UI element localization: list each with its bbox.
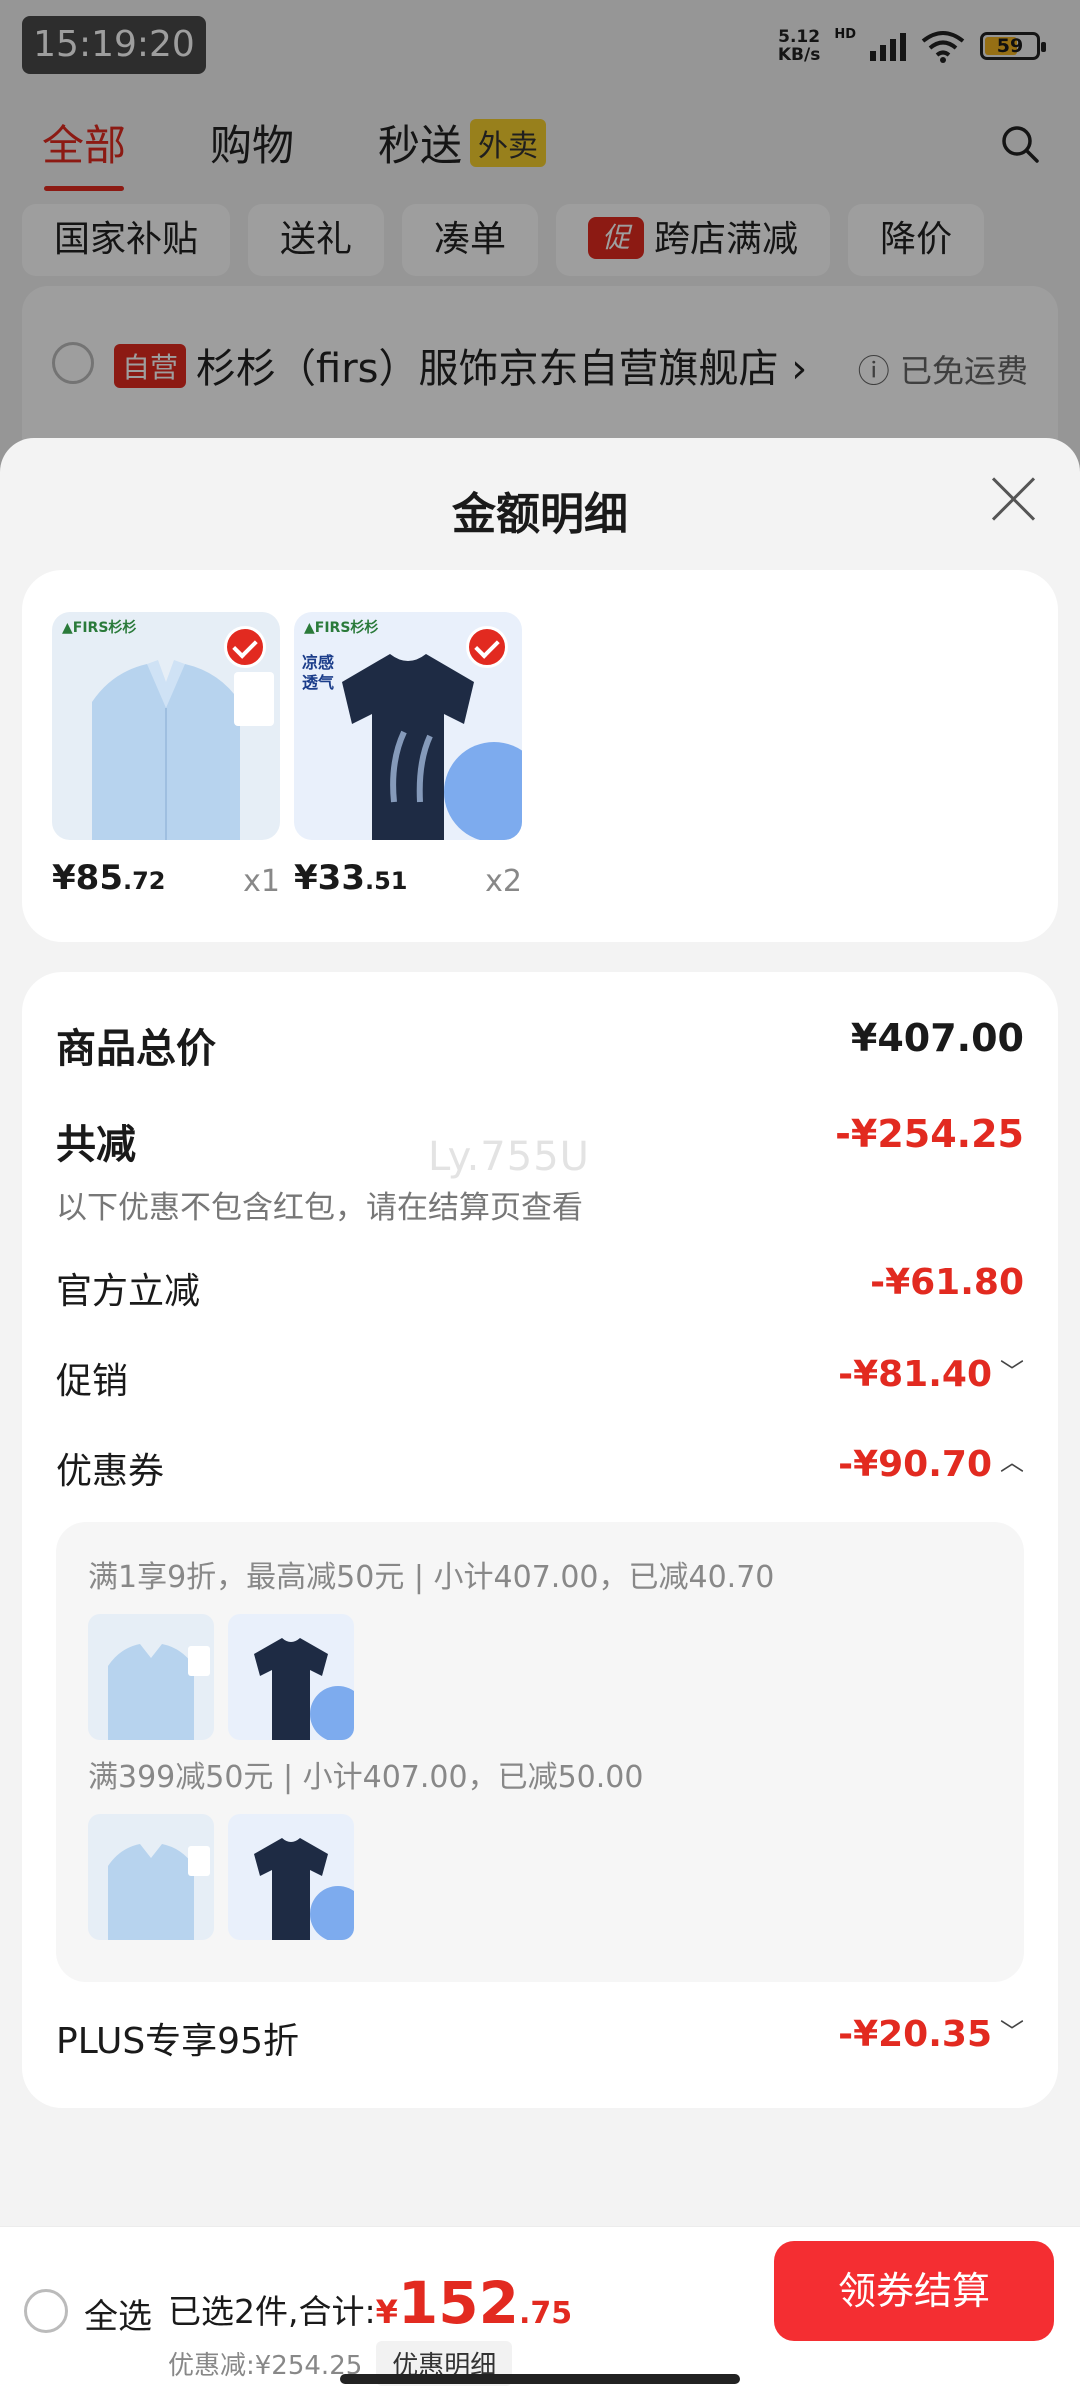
product-item[interactable]: ▲FIRS杉杉 ¥85.72 x1 [52,612,280,899]
product-qty: x2 [485,864,522,899]
selected-check-icon [224,626,266,668]
chevron-down-icon: ﹀ [1000,2018,1024,2046]
coupon-detail-box: 满1享9折，最高减50元 | 小计407.00，已减40.70 满399减50元… [56,1522,1024,1982]
chevron-down-icon: ﹀ [1000,1358,1024,1386]
products-card: ▲FIRS杉杉 ¥85.72 x1 ▲FIRS杉杉 凉感 透气 ¥33.51 x… [22,570,1058,942]
coupon-value: -¥90.70 ︿ [838,1444,1024,1485]
home-indicator [340,2374,740,2384]
product-price: ¥33.51 x2 [294,858,522,899]
coupon-detail-line: 满1享9折，最高减50元 | 小计407.00，已减40.70 [88,1560,775,1595]
total-price-label: 商品总价 [56,1026,216,1072]
product-image-tee: ▲FIRS杉杉 凉感 透气 [294,612,522,840]
price-breakdown-card: 商品总价 ¥407.00 Ly.755U 共减 -¥254.25 以下优惠不包含… [22,972,1058,2108]
plus-discount-row[interactable]: PLUS专享95折 -¥20.35 ﹀ [56,2012,1024,2072]
promotion-value: -¥81.40 ﹀ [838,1354,1024,1395]
total-summary: 已选2件,合计:¥152.75 [168,2269,573,2337]
total-reduction-value: -¥254.25 [835,1112,1024,1156]
plus-discount-label: PLUS专享95折 [56,2021,299,2062]
reduction-note: 以下优惠不包含红包，请在结算页查看 [56,1190,583,1226]
product-image-shirt: ▲FIRS杉杉 [52,612,280,840]
total-price-value: ¥407.00 [850,1016,1024,1060]
svg-text:▲FIRS杉杉: ▲FIRS杉杉 [304,619,378,636]
promotion-row[interactable]: 促销 -¥81.40 ﹀ [56,1352,1024,1412]
coupon-product-thumb [228,1614,354,1740]
selected-check-icon [466,626,508,668]
coupon-row[interactable]: 优惠券 -¥90.70 ︿ [56,1442,1024,1502]
total-reduction-label: 共减 [56,1122,136,1168]
checkout-button[interactable]: 领券结算 [774,2241,1054,2341]
official-discount-label: 官方立减 [56,1271,201,1312]
official-discount-row: 官方立减 -¥61.80 [56,1262,1024,1322]
svg-text:▲FIRS杉杉: ▲FIRS杉杉 [62,619,136,636]
total-reduction-row: 共减 -¥254.25 [56,1112,1024,1172]
chevron-up-icon: ︿ [1000,1448,1024,1476]
amount-detail-sheet: 金额明细 ▲FIRS杉杉 ¥85.72 x1 ▲FIRS杉杉 凉感 透气 ¥33… [0,438,1080,2400]
coupon-product-thumb [228,1814,354,1940]
coupon-product-thumb [88,1814,214,1940]
select-all-radio[interactable] [24,2289,68,2333]
product-qty: x1 [243,864,280,899]
product-price: ¥85.72 x1 [52,858,280,899]
official-discount-value: -¥61.80 [870,1262,1024,1303]
total-amount: 152 [397,2269,519,2337]
close-icon[interactable] [988,474,1038,524]
promotion-label: 促销 [56,1361,129,1402]
svg-text:凉感: 凉感 [302,653,334,672]
sheet-title: 金额明细 [452,489,628,540]
select-all-label[interactable]: 全选 [84,2289,152,2338]
coupon-product-thumb [88,1614,214,1740]
coupon-label: 优惠券 [56,1451,165,1492]
coupon-detail-line: 满399减50元 | 小计407.00，已减50.00 [88,1760,644,1795]
product-item[interactable]: ▲FIRS杉杉 凉感 透气 ¥33.51 x2 [294,612,522,899]
total-price-row: 商品总价 ¥407.00 [56,1016,1024,1076]
plus-discount-value: -¥20.35 ﹀ [838,2014,1024,2055]
svg-text:透气: 透气 [302,673,334,692]
